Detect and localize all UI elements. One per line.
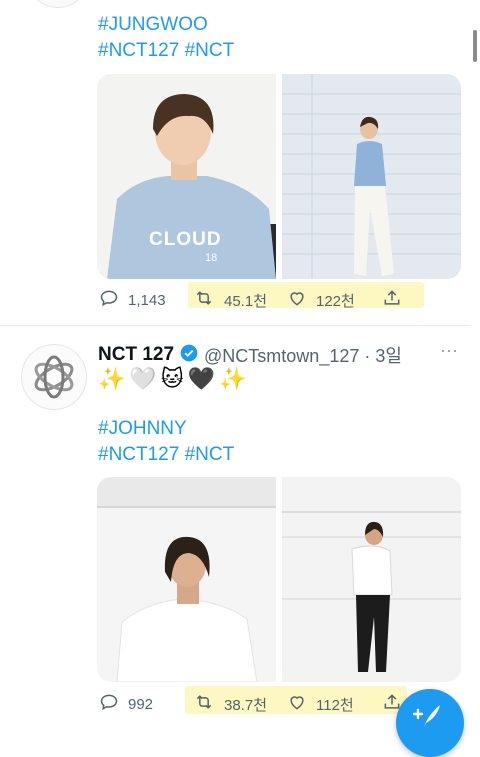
media-grid-2[interactable] [97, 477, 461, 682]
reply-action-2[interactable]: 992 [98, 692, 153, 717]
handle-and-time[interactable]: @NCTsmtown_127 · 3일 [204, 342, 402, 368]
verified-icon [179, 343, 199, 368]
tweet-johnny[interactable]: NCT 127 @NCTsmtown_127 · 3일 ··· ✨🤍🐱🖤✨ #J… [0, 326, 470, 739]
like-count: 112천 [316, 697, 354, 714]
reply-action[interactable]: 1,143 [98, 288, 166, 313]
like-icon [286, 288, 308, 313]
shirt-print-cloud: CLOUD [149, 229, 222, 250]
like-action[interactable]: 122천 [286, 288, 355, 313]
hashtag-nct127-nct-2[interactable]: #NCT127 #NCT [98, 442, 234, 467]
retweet-action-2[interactable]: 38.7천 [192, 692, 267, 717]
avatar-remnant [30, 0, 86, 8]
hashtag-nct127-nct[interactable]: #NCT127 #NCT [98, 38, 234, 63]
hashtag-johnny[interactable]: #JOHNNY [98, 416, 187, 441]
photo-illustration-2 [282, 74, 461, 279]
reply-icon [98, 288, 120, 313]
retweet-count: 45.1천 [224, 293, 267, 310]
scrollbar[interactable] [473, 30, 477, 62]
share-action[interactable] [381, 288, 403, 313]
nct-logo [34, 355, 74, 399]
retweet-count: 38.7천 [224, 697, 267, 714]
retweet-icon [192, 692, 216, 717]
retweet-action[interactable]: 45.1천 [192, 288, 267, 313]
reply-count: 992 [128, 696, 154, 713]
photo-illustration-3 [97, 477, 276, 682]
more-options-button[interactable]: ··· [440, 340, 458, 361]
photo-johnny-portrait[interactable] [97, 477, 276, 682]
reply-icon [98, 692, 120, 717]
retweet-icon [192, 288, 216, 313]
photo-johnny-standing[interactable] [282, 477, 461, 682]
shirt-print-number: 18 [205, 252, 218, 264]
compose-tweet-button[interactable] [396, 689, 464, 757]
like-action-2[interactable]: 112천 [286, 692, 354, 717]
emoji-line: ✨🤍🐱🖤✨ [98, 366, 251, 391]
tweet-header: NCT 127 @NCTsmtown_127 · 3일 [98, 342, 402, 368]
like-count: 122천 [316, 293, 355, 310]
media-grid[interactable]: CLOUD 18 [97, 74, 461, 279]
photo-illustration-4 [282, 477, 461, 682]
hashtag-jungwoo[interactable]: #JUNGWOO [98, 12, 208, 37]
display-name[interactable]: NCT 127 [98, 344, 174, 366]
reply-count: 1,143 [128, 292, 166, 309]
compose-icon [410, 701, 444, 736]
tweet-jungwoo[interactable]: #JUNGWOO #NCT127 #NCT CLOUD 18 1,143 45.… [0, 0, 470, 325]
like-icon [286, 692, 308, 717]
share-icon [381, 288, 403, 313]
photo-jungwoo-standing[interactable] [282, 74, 461, 279]
photo-jungwoo-sitting[interactable]: CLOUD 18 [97, 74, 276, 279]
avatar[interactable] [21, 344, 87, 410]
